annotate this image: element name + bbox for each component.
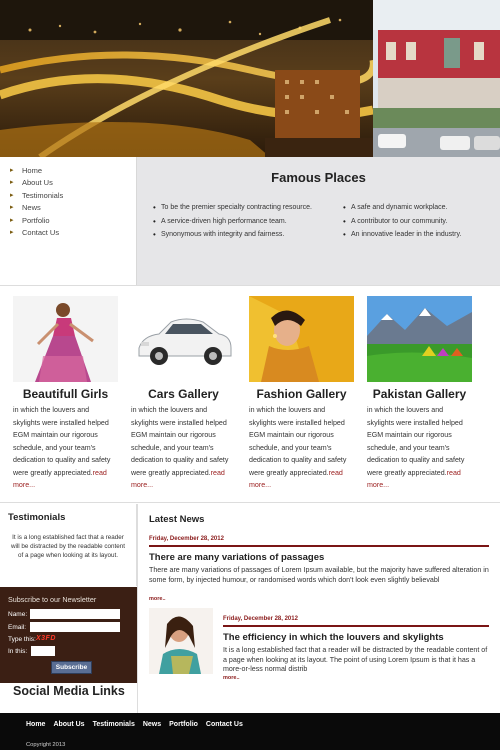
testimonials-panel: Testimonials It is a long established fa… xyxy=(0,504,137,586)
gallery-card-pakistan: Pakistan Gallery in which the louvers an… xyxy=(367,296,472,492)
gallery-description: in which the louvers and skylights were … xyxy=(13,406,111,489)
gallery-card-cars: Cars Gallery in which the louvers and sk… xyxy=(131,296,236,492)
email-field[interactable] xyxy=(30,622,120,632)
news-body: There are many variations of passages of… xyxy=(149,566,489,584)
famous-places-title: Famous Places xyxy=(271,170,366,185)
news-divider xyxy=(223,625,489,627)
nav-item-about-us[interactable]: About Us xyxy=(0,177,136,190)
footer-link-contact-us[interactable]: Contact Us xyxy=(206,721,243,728)
header-banner xyxy=(0,0,500,157)
social-media-title: Social Media Links xyxy=(13,684,125,698)
car-photo-image[interactable] xyxy=(131,296,236,382)
footer-nav: Home About Us Testimonials News Portfoli… xyxy=(26,721,243,728)
footer-link-portfolio[interactable]: Portfolio xyxy=(169,721,198,728)
nav-item-portfolio[interactable]: Portfolio xyxy=(0,215,136,228)
footer-link-home[interactable]: Home xyxy=(26,721,45,728)
captcha-input-label: In this: xyxy=(8,648,28,655)
nav-item-contact-us[interactable]: Contact Us xyxy=(0,227,136,240)
list-item: Synonymous with integrity and fairness. xyxy=(153,228,343,242)
footer-link-news[interactable]: News xyxy=(143,721,161,728)
gallery-card-fashion: Fashion Gallery in which the louvers and… xyxy=(249,296,354,492)
list-item: An innovative leader in the industry. xyxy=(343,228,461,242)
list-item: A service-driven high performance team. xyxy=(153,215,343,229)
newsletter-panel: Subscribe to our Newsletter Name: Email:… xyxy=(0,587,137,683)
news-date: Friday, December 28, 2012 xyxy=(223,616,298,622)
subscribe-button[interactable]: Subscribe xyxy=(51,661,92,674)
gallery-description: in which the louvers and skylights were … xyxy=(131,406,229,489)
pakistan-landscape-image[interactable] xyxy=(367,296,472,382)
famous-list-right: A safe and dynamic workplace. A contribu… xyxy=(343,201,461,242)
news-thumbnail-image[interactable] xyxy=(149,608,213,674)
news-body: It is a long established fact that a rea… xyxy=(223,646,488,674)
latest-news-title: Latest News xyxy=(149,514,205,525)
newsletter-title: Subscribe to our Newsletter xyxy=(8,595,97,604)
name-field[interactable] xyxy=(30,609,120,619)
news-headline[interactable]: There are many variations of passages xyxy=(149,552,324,563)
list-item: To be the premier specialty contracting … xyxy=(153,201,343,215)
famous-places-panel: Famous Places To be the premier specialt… xyxy=(137,157,500,285)
copyright-text: Copyright 2013 xyxy=(26,742,66,748)
nav-item-home[interactable]: Home xyxy=(0,165,136,178)
footer: Home About Us Testimonials News Portfoli… xyxy=(0,713,500,750)
gallery-title: Fashion Gallery xyxy=(256,387,347,401)
news-more-link[interactable]: more.. xyxy=(223,675,240,681)
testimonials-text: It is a long established fact that a rea… xyxy=(10,534,126,559)
nav-item-testimonials[interactable]: Testimonials xyxy=(0,190,136,203)
list-item: A safe and dynamic workplace. xyxy=(343,201,461,215)
gallery-card-girls: Beautifull Girls in which the louvers an… xyxy=(13,296,118,492)
captcha-image: X3FD xyxy=(36,633,58,644)
captcha-label: Type this: xyxy=(8,636,36,643)
famous-list-left: To be the premier specialty contracting … xyxy=(153,201,343,242)
news-headline[interactable]: The efficiency in which the louvers and … xyxy=(223,632,444,643)
news-more-link[interactable]: more.. xyxy=(149,596,166,602)
gallery-title: Pakistan Gallery xyxy=(372,387,467,401)
gallery-description: in which the louvers and skylights were … xyxy=(367,406,465,489)
footer-link-about-us[interactable]: About Us xyxy=(53,721,84,728)
testimonials-title: Testimonials xyxy=(8,512,66,523)
gallery-description: in which the louvers and skylights were … xyxy=(249,406,347,489)
fashion-photo-image[interactable] xyxy=(249,296,354,382)
gallery-title: Beautifull Girls xyxy=(22,387,109,401)
girl-photo-image[interactable] xyxy=(13,296,118,382)
news-date: Friday, December 28, 2012 xyxy=(149,536,224,542)
captcha-input[interactable] xyxy=(31,646,55,656)
latest-news-panel: Latest News Friday, December 28, 2012 Th… xyxy=(137,504,500,713)
news-divider xyxy=(149,545,489,547)
footer-link-testimonials[interactable]: Testimonials xyxy=(93,721,135,728)
city-highway-night-image xyxy=(0,0,500,157)
name-label: Name: xyxy=(8,611,28,618)
nav-item-news[interactable]: News xyxy=(0,202,136,215)
list-item: A contributor to our community. xyxy=(343,215,461,229)
gallery-section: Beautifull Girls in which the louvers an… xyxy=(0,285,500,503)
email-label: Email: xyxy=(8,624,27,631)
sidebar-nav: Home About Us Testimonials News Portfoli… xyxy=(0,157,137,285)
gallery-title: Cars Gallery xyxy=(148,387,219,401)
